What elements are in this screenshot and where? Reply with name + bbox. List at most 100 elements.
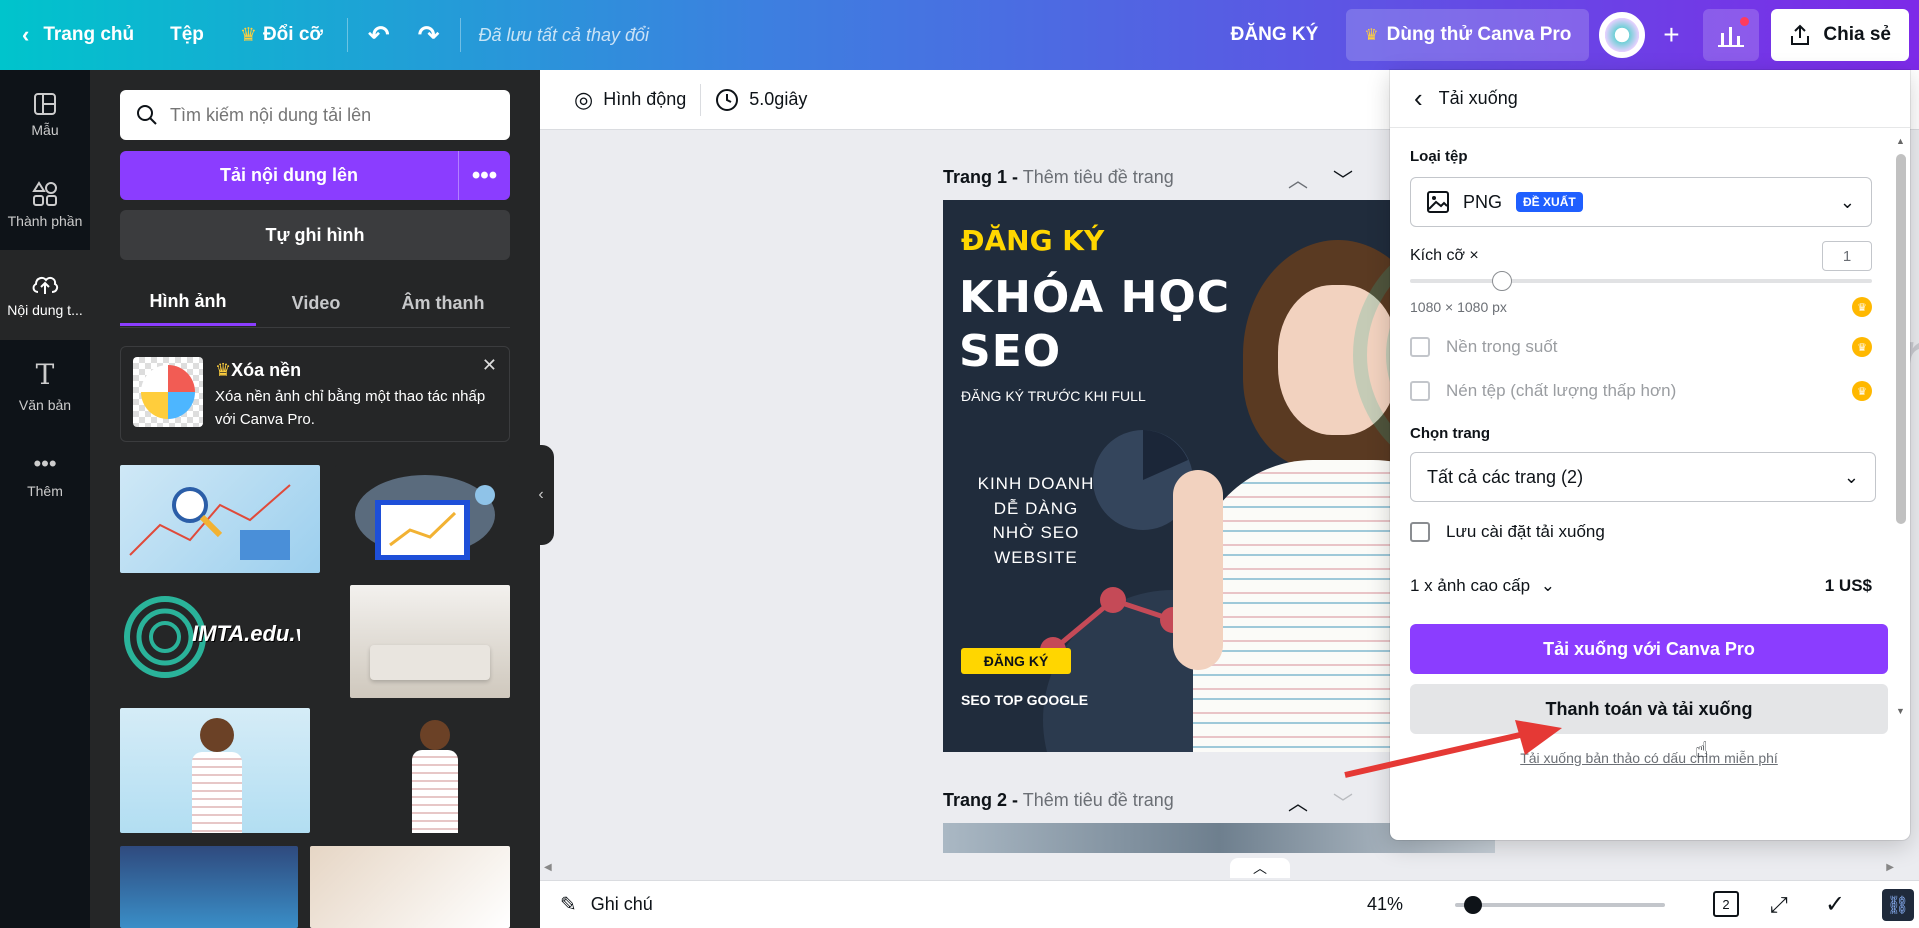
download-panel-scrollbar[interactable]: ▲ ▼ — [1894, 136, 1908, 716]
download-pro-button[interactable]: Tải xuống với Canva Pro — [1410, 624, 1888, 674]
upload-thumbnail[interactable] — [120, 708, 310, 833]
chevron-up-icon[interactable]: ︿ — [1288, 164, 1308, 193]
size-slider[interactable] — [1410, 271, 1872, 291]
rail-label: Mẫu — [31, 122, 59, 138]
zoom-slider-thumb[interactable] — [1464, 896, 1482, 914]
compress-row[interactable]: Nén tệp (chất lượng thấp hơn) ♛ — [1410, 381, 1872, 401]
chevron-up-icon[interactable]: ︿ — [1288, 787, 1308, 816]
collapse-panel-button[interactable]: ‹ — [528, 445, 554, 545]
search-icon — [137, 105, 157, 125]
crown-icon: ♛ — [1852, 381, 1872, 401]
insights-button[interactable] — [1703, 9, 1760, 61]
left-rail: Mẫu Thành phần Nội dung t... T Văn bản •… — [0, 70, 90, 928]
upload-thumbnail[interactable] — [120, 846, 298, 928]
resize-button[interactable]: ♛ Đổi cỡ — [222, 0, 341, 70]
rail-item-more[interactable]: ••• Thêm — [0, 430, 90, 520]
page-count-button[interactable]: 2 — [1713, 891, 1739, 917]
pages-select[interactable]: Tất cả các trang (2) ⌄ — [1410, 452, 1876, 502]
upload-more-button[interactable]: ••• — [458, 151, 510, 200]
close-icon[interactable]: ✕ — [482, 355, 497, 376]
woman-photo — [200, 718, 234, 752]
size-input[interactable]: 1 — [1822, 241, 1872, 271]
try-pro-label: Dùng thử Canva Pro — [1386, 24, 1572, 45]
crown-icon: ♛ — [239, 24, 257, 46]
page-2-label[interactable]: Trang 2 - Thêm tiêu đề trang — [943, 790, 1174, 811]
home-label: Trang chủ — [43, 24, 135, 45]
search-box[interactable] — [120, 90, 510, 140]
transparent-bg-row[interactable]: Nền trong suốt ♛ — [1410, 337, 1872, 357]
avatar[interactable] — [1599, 12, 1646, 58]
image-icon — [1427, 191, 1449, 213]
upload-thumbnail[interactable] — [360, 708, 510, 833]
rail-item-text[interactable]: T Văn bản — [0, 340, 90, 430]
horizontal-scrollbar[interactable]: ◀ ︿ ▶ — [540, 858, 1900, 880]
record-button[interactable]: Tự ghi hình — [120, 210, 510, 260]
upload-thumbnail[interactable]: IMTA.edu.vn — [120, 585, 300, 690]
promo-title-row: ♛Xóa nền — [215, 357, 497, 384]
tab-audio[interactable]: Âm thanh — [376, 280, 510, 326]
file-type-label: Loại tệp — [1410, 148, 1468, 165]
scrollbar-thumb[interactable] — [1896, 154, 1906, 524]
chevron-down-icon[interactable]: ﹀ — [1333, 164, 1353, 193]
transparent-bg-checkbox[interactable] — [1410, 337, 1430, 357]
chevron-down-icon: ⌄ — [1540, 576, 1556, 595]
expand-up-icon[interactable]: ︿ — [1230, 858, 1290, 878]
upload-label: Tải nội dung lên — [220, 165, 358, 185]
more-dots-icon: ••• — [471, 161, 498, 189]
size-slider-thumb[interactable] — [1492, 271, 1512, 291]
duration-button[interactable]: 5.0giây — [701, 88, 821, 112]
notes-button[interactable]: ✎ Ghi chú — [560, 892, 653, 917]
share-button[interactable]: Chia sẻ — [1771, 9, 1909, 61]
home-link[interactable]: ‹ Trang chủ — [0, 0, 152, 70]
rail-item-templates[interactable]: Mẫu — [0, 70, 90, 160]
redo-button[interactable]: ↷ — [404, 0, 454, 70]
check-circle-icon[interactable]: ✓ — [1825, 890, 1845, 919]
chevron-down-icon: ⌄ — [1839, 191, 1855, 212]
premium-row: 1 x ảnh cao cấp ⌄ 1 US$ — [1410, 576, 1872, 596]
scroll-right-icon: ▶ — [1886, 862, 1894, 873]
upload-thumbnail[interactable] — [350, 585, 510, 698]
compress-checkbox[interactable] — [1410, 381, 1430, 401]
promo-title: Xóa nền — [231, 360, 302, 380]
pages-label: Chọn trang — [1410, 425, 1490, 442]
remove-bg-promo[interactable]: ♛Xóa nền Xóa nền ảnh chỉ bằng một thao t… — [120, 346, 510, 442]
rail-item-elements[interactable]: Thành phần — [0, 160, 90, 250]
upload-button[interactable]: Tải nội dung lên ••• — [120, 151, 510, 200]
zoom-slider[interactable] — [1455, 896, 1665, 914]
fullscreen-icon[interactable]: ⤢ — [1770, 892, 1788, 918]
notes-label: Ghi chú — [590, 894, 653, 914]
upload-thumbnail[interactable] — [310, 846, 510, 928]
download-title: Tải xuống — [1438, 88, 1518, 108]
zoom-value[interactable]: 41% — [1367, 894, 1403, 915]
try-pro-button[interactable]: ♛ Dùng thử Canva Pro — [1346, 9, 1590, 61]
premium-toggle[interactable]: 1 x ảnh cao cấp ⌄ — [1410, 576, 1555, 596]
tab-video[interactable]: Video — [256, 280, 376, 326]
woman-cutout-body — [412, 750, 458, 833]
help-button[interactable]: ⛓ — [1882, 889, 1914, 921]
add-collaborator-button[interactable]: + — [1651, 15, 1691, 55]
rail-item-uploads[interactable]: Nội dung t... — [0, 250, 90, 340]
save-settings-checkbox[interactable] — [1410, 522, 1430, 542]
file-type-select[interactable]: PNG ĐỀ XUẤT ⌄ — [1410, 177, 1872, 227]
size-row: Kích cỡ × 1 — [1410, 241, 1872, 271]
notes-icon: ✎ — [560, 894, 577, 916]
undo-button[interactable]: ↶ — [354, 0, 404, 70]
page-1-label[interactable]: Trang 1 - Thêm tiêu đề trang — [943, 167, 1174, 188]
animate-button[interactable]: ◎ Hình động — [560, 87, 700, 113]
rail-label: Văn bản — [18, 396, 72, 413]
link-icon: ⛓ — [1886, 895, 1910, 915]
search-input[interactable] — [170, 104, 490, 126]
duration-label: 5.0giây — [749, 89, 808, 109]
crown-icon: ♛ — [1852, 297, 1872, 317]
upload-thumbnail[interactable] — [120, 465, 320, 573]
rail-label: Nội dung t... — [7, 302, 83, 318]
save-settings-row[interactable]: Lưu cài đặt tải xuống — [1410, 522, 1872, 542]
tab-images[interactable]: Hình ảnh — [120, 280, 256, 326]
animate-label: Hình động — [603, 89, 687, 109]
signup-button[interactable]: ĐĂNG KÝ — [1213, 9, 1337, 61]
back-chevron-icon[interactable]: ‹ — [1414, 83, 1423, 114]
annotation-arrow — [1344, 720, 1562, 778]
file-menu[interactable]: Tệp — [152, 0, 222, 70]
design-pitch-line: DỄ DÀNG — [993, 498, 1079, 518]
upload-thumbnail[interactable] — [335, 465, 510, 573]
